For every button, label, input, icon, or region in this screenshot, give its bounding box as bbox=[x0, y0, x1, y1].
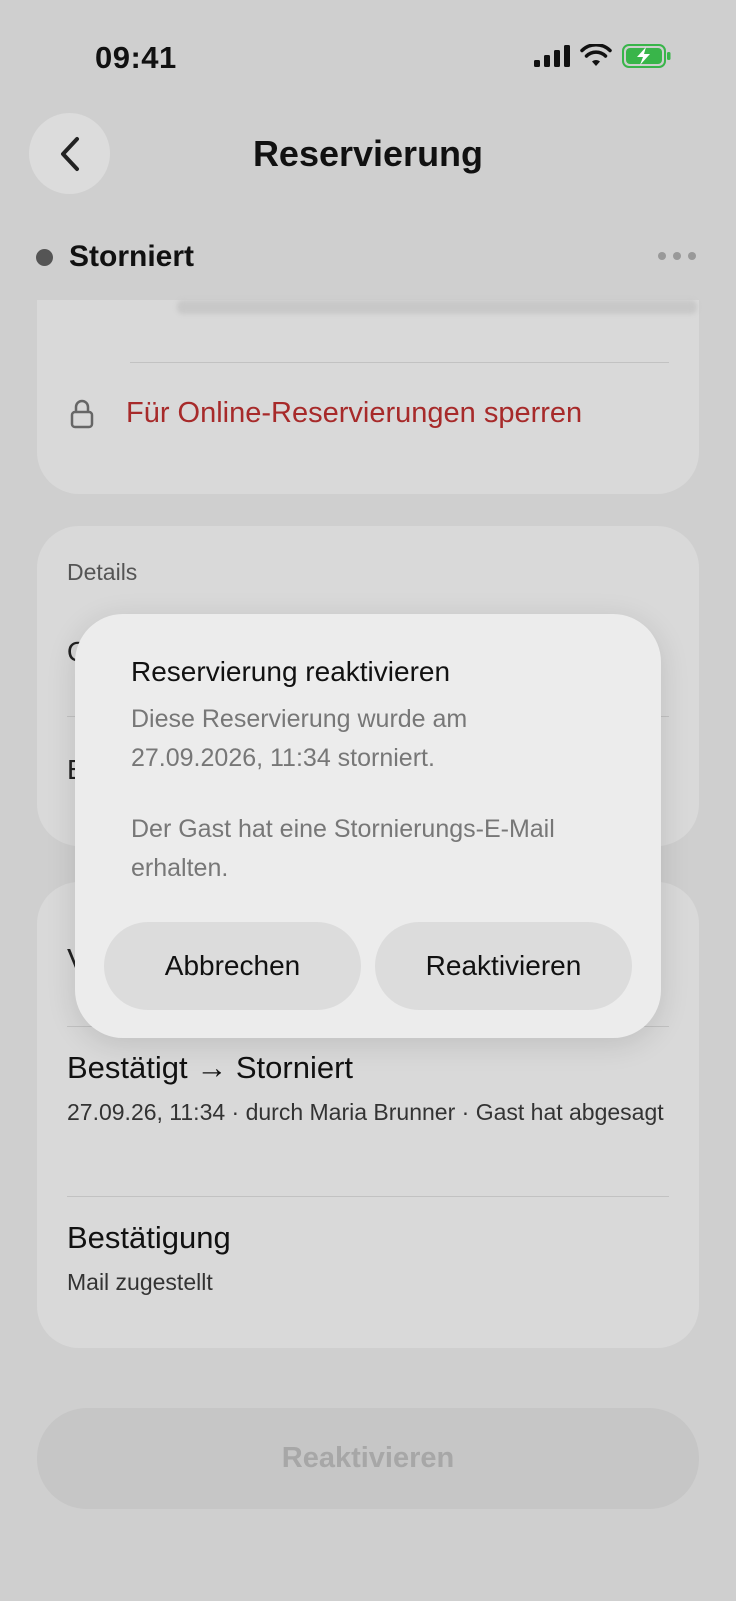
reservation-status: Storniert bbox=[36, 240, 194, 274]
battery-charging-icon bbox=[622, 44, 672, 73]
wifi-icon bbox=[580, 43, 612, 73]
lock-online-reservations-row[interactable]: Für Online-Reservierungen sperren bbox=[70, 397, 582, 430]
status-time: 09:41 bbox=[95, 40, 177, 75]
divider bbox=[130, 362, 669, 363]
actions-card: Für Online-Reservierungen sperren bbox=[37, 300, 699, 494]
reactivate-button[interactable]: Reaktivieren bbox=[37, 1408, 699, 1509]
dialog-body: Diese Reservierung wurde am 27.09.2026, … bbox=[131, 700, 601, 888]
dialog-message-secondary: Der Gast hat eine Stornierungs-E-Mail er… bbox=[131, 815, 555, 882]
history-entry-title: Bestätigung bbox=[67, 1220, 231, 1255]
details-heading: Details bbox=[67, 559, 138, 585]
hidden-row-remnant bbox=[177, 300, 697, 314]
reactivate-dialog: Reservierung reaktivieren Diese Reservie… bbox=[75, 614, 661, 1038]
history-entry: Bestätigt → Storniert 27.09.26, 11:34 · … bbox=[67, 1050, 669, 1129]
lock-icon bbox=[70, 399, 94, 428]
status-label: Storniert bbox=[69, 240, 195, 273]
status-dot bbox=[36, 248, 53, 266]
cellular-signal-icon bbox=[534, 45, 570, 72]
screen: 09:41 Reservierung Storniert Für Online-… bbox=[0, 0, 736, 1601]
dialog-message: Diese Reservierung wurde am 27.09.2026, … bbox=[131, 705, 468, 772]
more-options-icon[interactable] bbox=[658, 252, 696, 260]
history-entry-subtitle: 27.09.26, 11:34 · durch Maria Brunner · … bbox=[67, 1099, 664, 1125]
dialog-title: Reservierung reaktivieren bbox=[131, 656, 451, 687]
status-icons bbox=[534, 43, 672, 73]
dialog-confirm-button[interactable]: Reaktivieren bbox=[375, 922, 632, 1010]
page-title: Reservierung bbox=[252, 133, 484, 174]
history-entry-title: Bestätigt → Storniert bbox=[67, 1050, 354, 1085]
history-entry: Bestätigung Mail zugestellt bbox=[67, 1220, 669, 1299]
lock-online-reservations-label: Für Online-Reservierungen sperren bbox=[126, 397, 583, 429]
history-entry-subtitle: Mail zugestellt bbox=[67, 1269, 213, 1295]
divider bbox=[67, 1196, 669, 1197]
dialog-cancel-button[interactable]: Abbrechen bbox=[104, 922, 361, 1010]
